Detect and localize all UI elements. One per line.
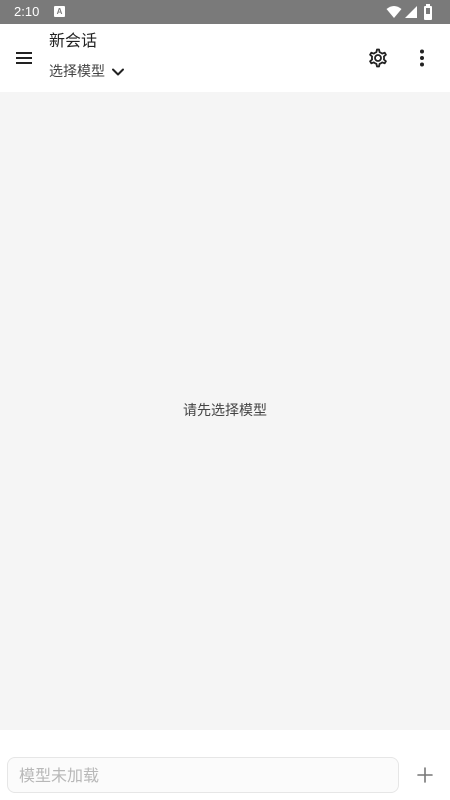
signal-icon (405, 6, 417, 18)
plus-icon[interactable] (415, 765, 435, 785)
model-select-dropdown[interactable]: 选择模型 (49, 62, 125, 82)
more-vert-icon[interactable] (410, 46, 434, 70)
chevron-down-icon (112, 68, 124, 76)
app-bar: 新会话 选择模型 (0, 24, 450, 92)
page-title: 新会话 (49, 31, 98, 50)
input-bar (0, 730, 450, 800)
battery-icon (424, 4, 432, 20)
notification-icon: A (54, 6, 65, 17)
model-select-label: 选择模型 (49, 64, 105, 80)
wifi-icon (386, 6, 402, 18)
menu-icon[interactable] (12, 46, 36, 70)
notification-badge-text: A (56, 7, 63, 16)
gear-icon[interactable] (366, 46, 390, 70)
message-input[interactable] (7, 757, 399, 793)
chat-area: 请先选择模型 (0, 92, 450, 730)
status-bar: 2:10 A (0, 0, 450, 24)
status-time: 2:10 (14, 4, 40, 19)
empty-state-message: 请先选择模型 (183, 403, 267, 419)
